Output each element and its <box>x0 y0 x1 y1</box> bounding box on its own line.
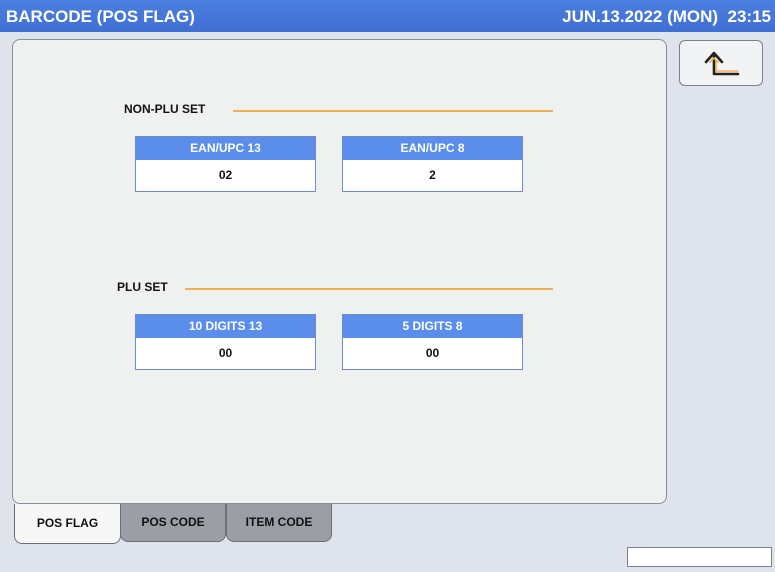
page-title: BARCODE (POS FLAG) <box>6 7 195 26</box>
title-bar: BARCODE (POS FLAG) JUN.13.2022 (MON) 23:… <box>0 0 775 32</box>
field-value: 00 <box>425 346 440 360</box>
tab-pos-code[interactable]: POS CODE <box>120 504 226 542</box>
field-label: 10 DIGITS 13 <box>136 315 315 338</box>
ean-upc-13-field[interactable]: EAN/UPC 13 02 <box>135 136 316 192</box>
field-label: 5 DIGITS 8 <box>343 315 522 338</box>
field-value: 2 <box>429 168 436 182</box>
plu-section-label: PLU SET <box>117 280 168 294</box>
field-label: EAN/UPC 8 <box>343 137 522 160</box>
ean-upc-8-field[interactable]: EAN/UPC 8 2 <box>342 136 523 192</box>
tab-pos-flag[interactable]: POS FLAG <box>14 504 121 544</box>
field-value: 02 <box>218 168 233 182</box>
field-value: 00 <box>218 346 233 360</box>
datetime-display: JUN.13.2022 (MON) 23:15 <box>562 7 771 26</box>
field-label: EAN/UPC 13 <box>136 137 315 160</box>
tab-label: ITEM CODE <box>245 515 313 529</box>
tab-item-code[interactable]: ITEM CODE <box>226 504 332 542</box>
status-box <box>627 547 772 567</box>
5-digits-8-field[interactable]: 5 DIGITS 8 00 <box>342 314 523 370</box>
tab-label: POS CODE <box>141 515 205 529</box>
10-digits-13-field[interactable]: 10 DIGITS 13 00 <box>135 314 316 370</box>
back-button[interactable] <box>679 40 763 86</box>
screen-area: NON-PLU SET EAN/UPC 13 02 EAN/UPC 8 2 PL… <box>0 32 775 572</box>
plu-divider-line <box>185 288 553 290</box>
non-plu-divider-line <box>233 110 553 112</box>
settings-panel: NON-PLU SET EAN/UPC 13 02 EAN/UPC 8 2 PL… <box>12 39 667 504</box>
return-arrow-icon <box>704 51 740 76</box>
non-plu-section-label: NON-PLU SET <box>124 102 206 116</box>
tab-label: POS FLAG <box>36 516 99 530</box>
